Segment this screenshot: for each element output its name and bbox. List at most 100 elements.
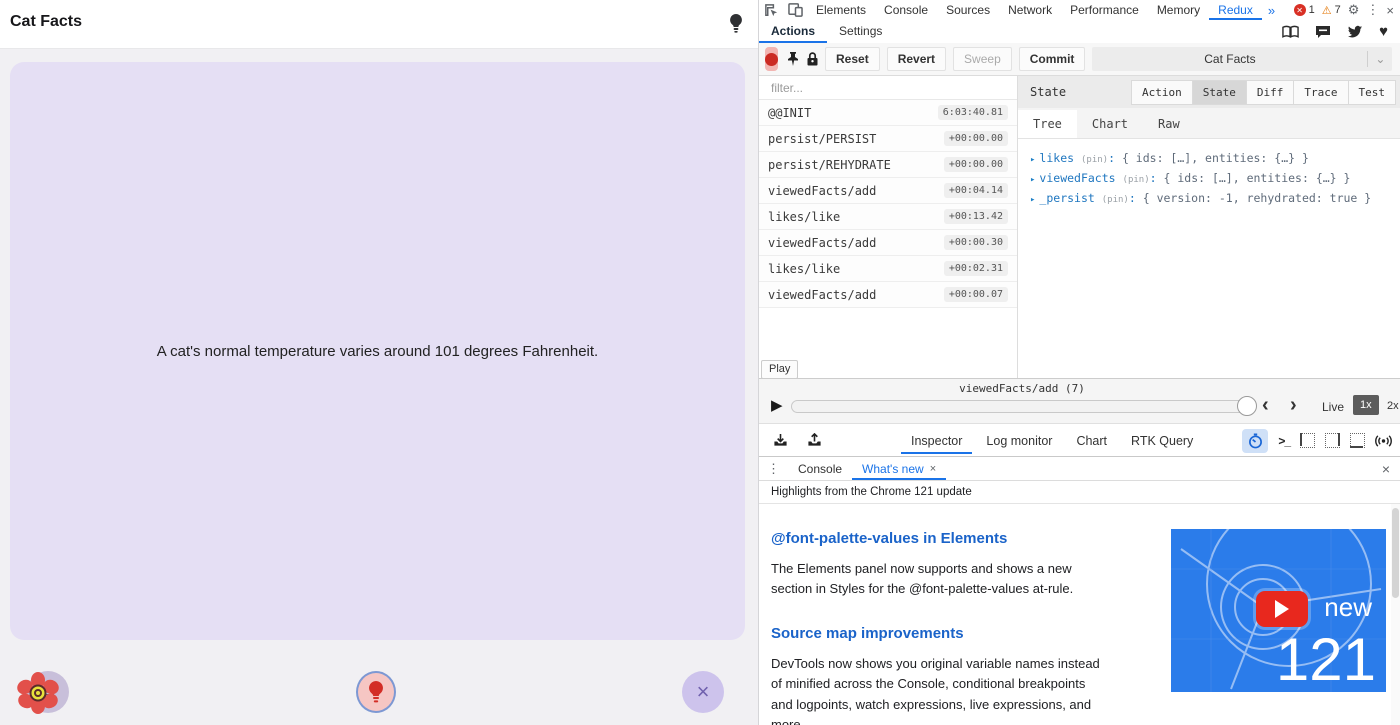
tab-performance[interactable]: Performance [1061,0,1148,20]
close-fact-button[interactable]: × [682,671,724,713]
remote-broadcast-icon[interactable] [1375,434,1392,448]
lightbulb-icon [726,12,746,36]
whats-new-heading[interactable]: @font-palette-values in Elements [771,530,1121,547]
more-tabs-icon[interactable]: » [1262,3,1281,18]
tree-row[interactable]: ▸likes (pin): { ids: […], entities: {…} … [1030,149,1388,169]
expand-arrow-icon[interactable]: ▸ [1030,175,1035,185]
tab-network[interactable]: Network [999,0,1061,20]
step-back-button[interactable]: ‹ [1262,394,1269,417]
monitor-tab-chart[interactable]: Chart [1066,428,1117,454]
play-button[interactable]: ▶ [771,396,783,414]
revert-button[interactable]: Revert [887,47,946,71]
cat-facts-app: Cat Facts A cat's normal temperature var… [0,0,759,725]
terminal-icon[interactable]: >_ [1278,434,1290,448]
action-name: likes/like [768,262,840,276]
commit-button[interactable]: Commit [1019,47,1086,71]
feedback-message-icon[interactable] [1315,25,1331,39]
export-state-icon[interactable] [801,430,827,452]
mode-action-button[interactable]: Action [1131,80,1193,105]
state-tree: ▸likes (pin): { ids: […], entities: {…} … [1018,139,1400,219]
redux-extension-flower-icon[interactable] [17,672,59,714]
settings-gear-icon[interactable]: ⚙ [1348,2,1360,18]
expand-arrow-icon[interactable]: ▸ [1030,195,1035,205]
tree-row[interactable]: ▸viewedFacts (pin): { ids: […], entities… [1030,169,1388,189]
filter-input[interactable] [769,80,1007,96]
speed-1x-button[interactable]: 1x [1353,395,1379,415]
close-tab-icon[interactable]: × [930,458,936,480]
state-pane: State Action State Diff Trace Test Tree … [1018,76,1400,378]
whats-new-heading[interactable]: Source map improvements [771,625,1121,642]
monitor-tab-rtk-query[interactable]: RTK Query [1121,428,1203,454]
chrome-121-promo-image[interactable]: new 121 [1171,529,1386,692]
action-name: viewedFacts/add [768,236,876,250]
monitor-tab-log-monitor[interactable]: Log monitor [976,428,1062,454]
drawer-tab-console[interactable]: Console [788,457,852,480]
play-tooltip-button[interactable]: Play [761,360,798,379]
action-row[interactable]: viewedFacts/add +00:00.30 [759,230,1017,256]
view-tab-chart[interactable]: Chart [1077,110,1143,138]
expand-arrow-icon[interactable]: ▸ [1030,155,1035,165]
action-list: @@INIT 6:03:40.81 persist/PERSIST +00:00… [759,76,1018,378]
pin-button[interactable] [786,47,800,71]
dock-left-icon[interactable] [1300,433,1315,448]
kebab-menu-icon[interactable]: ⋮ [1366,2,1379,18]
close-drawer-icon[interactable]: × [1382,461,1400,477]
redux-toolbar: Reset Revert Sweep Commit Cat Facts ⌄ [759,43,1400,76]
import-state-icon[interactable] [767,430,793,452]
mode-diff-button[interactable]: Diff [1246,80,1295,105]
mode-state-button[interactable]: State [1192,80,1247,105]
inspect-element-icon[interactable] [759,1,783,19]
show-fact-button[interactable] [356,671,396,713]
dock-right-icon[interactable] [1325,433,1340,448]
monitor-tab-inspector[interactable]: Inspector [901,428,972,454]
view-tab-tree[interactable]: Tree [1018,110,1077,138]
dispatcher-stopwatch-icon[interactable] [1242,429,1268,453]
whats-new-body: The Elements panel now supports and show… [771,559,1107,599]
tree-pin: (pin) [1081,155,1108,165]
speed-2x-button[interactable]: 2x [1387,400,1399,412]
tree-row[interactable]: ▸_persist (pin): { version: -1, rehydrat… [1030,189,1388,209]
view-tab-raw[interactable]: Raw [1143,110,1195,138]
record-toggle-button[interactable] [765,47,778,71]
reset-button[interactable]: Reset [825,47,880,71]
tab-redux[interactable]: Redux [1209,0,1262,20]
instance-select[interactable]: Cat Facts ⌄ [1092,47,1392,71]
mode-test-button[interactable]: Test [1348,80,1397,105]
slider-thumb[interactable] [1237,396,1257,416]
scrollbar-thumb[interactable] [1392,508,1399,598]
action-name: viewedFacts/add [768,184,876,198]
close-icon: × [697,679,710,705]
device-toolbar-icon[interactable] [783,1,807,19]
error-badge[interactable]: ✕ 1 [1294,4,1315,16]
mode-trace-button[interactable]: Trace [1293,80,1348,105]
step-forward-button[interactable]: › [1290,394,1297,417]
tab-actions[interactable]: Actions [759,20,827,43]
action-slider[interactable] [791,400,1255,413]
drawer-kebab-icon[interactable]: ⋮ [759,461,788,477]
action-row[interactable]: viewedFacts/add +00:00.07 [759,282,1017,308]
sweep-button[interactable]: Sweep [953,47,1012,71]
action-row[interactable]: persist/REHYDRATE +00:00.00 [759,152,1017,178]
action-row[interactable]: @@INIT 6:03:40.81 [759,100,1017,126]
sponsor-heart-icon[interactable]: ♥ [1379,23,1388,40]
drawer-tab-whats-new[interactable]: What's new × [852,457,946,480]
action-row[interactable]: likes/like +00:02.31 [759,256,1017,282]
tab-settings[interactable]: Settings [827,20,894,43]
live-button[interactable]: Live [1322,400,1344,414]
scrollbar[interactable] [1391,504,1400,725]
youtube-play-icon[interactable] [1256,591,1308,627]
twitter-icon[interactable] [1347,25,1363,39]
action-row[interactable]: likes/like +00:13.42 [759,204,1017,230]
state-label: State [1030,85,1066,99]
tab-sources[interactable]: Sources [937,0,999,20]
tab-console[interactable]: Console [875,0,937,20]
warning-badge[interactable]: ⚠ 7 [1322,4,1341,17]
tab-elements[interactable]: Elements [807,0,875,20]
docs-book-icon[interactable] [1282,25,1299,39]
close-devtools-icon[interactable]: × [1386,3,1394,18]
action-row[interactable]: persist/PERSIST +00:00.00 [759,126,1017,152]
dock-bottom-icon[interactable] [1350,433,1365,448]
action-row[interactable]: viewedFacts/add +00:04.14 [759,178,1017,204]
lock-button[interactable] [806,47,819,71]
tab-memory[interactable]: Memory [1148,0,1209,20]
